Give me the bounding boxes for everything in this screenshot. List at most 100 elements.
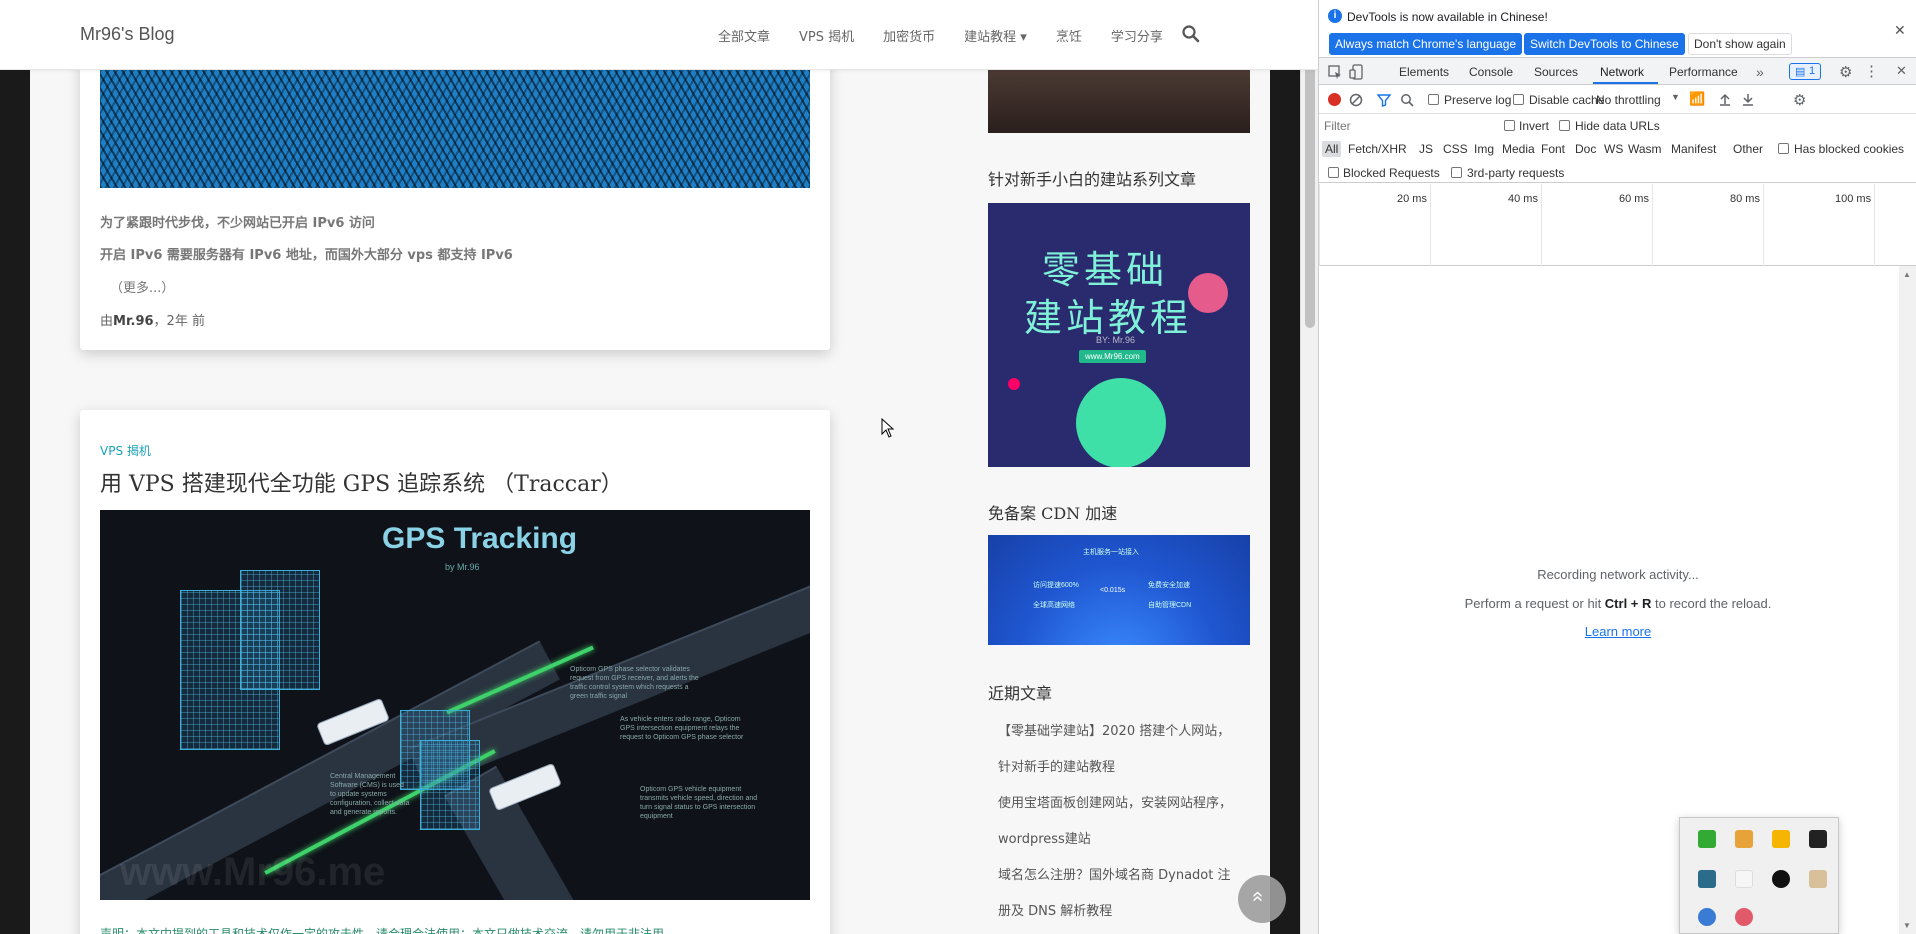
post-category[interactable]: VPS 揭机 [100,442,151,459]
export-har-icon[interactable] [1742,92,1754,106]
record-icon[interactable] [1328,93,1341,106]
blocked-requests-checkbox[interactable] [1328,167,1339,178]
import-har-icon[interactable] [1719,92,1731,106]
type-filter-all[interactable]: All [1322,141,1342,157]
issues-counter[interactable]: ▤ 1 [1789,63,1821,80]
invert-checkbox[interactable] [1504,120,1515,131]
post-author[interactable]: Mr.96 [113,314,154,329]
banner-url: www.Mr96.com [1079,350,1146,363]
recent-post-link[interactable]: 域名怎么注册？国外域名商 Dynadot 注 [998,858,1250,894]
tray-app-icon[interactable] [1698,908,1716,926]
recent-post-link[interactable]: 【零基础学建站】2020 搭建个人网站， [998,714,1250,750]
type-filter-wasm[interactable]: Wasm [1625,141,1665,157]
post-title[interactable]: 用 VPS 搭建现代全功能 GPS 追踪系统 （Traccar） [100,466,623,498]
menu-item-crypto[interactable]: 加密货币 [883,26,935,45]
site-brand[interactable]: Mr96's Blog [80,24,174,45]
tab-elements[interactable]: Elements [1399,65,1449,79]
tray-app-icon[interactable] [1809,830,1827,848]
recent-post-link[interactable]: 针对新手的建站教程 [998,750,1250,786]
devtools-scrollbar[interactable]: ▲ ▼ [1899,266,1916,934]
preserve-log-checkbox[interactable] [1428,94,1439,105]
switch-language-button[interactable]: Switch DevTools to Chinese [1524,33,1685,55]
preserve-log-label: Preserve log [1444,93,1512,107]
dont-show-again-button[interactable]: Don't show again [1688,33,1792,55]
post-meta: 由Mr.96，2年 前 [100,310,205,329]
type-filter-media[interactable]: Media [1499,141,1538,157]
issues-icon: ▤ [1795,66,1806,78]
close-devtools-icon[interactable]: ✕ [1896,63,1907,79]
cdn-text: 自助管理CDN [1148,602,1192,609]
recent-post-link[interactable]: 册及 DNS 解析教程 [998,894,1250,930]
hint-text: to record the reload. [1651,596,1772,611]
search-icon[interactable] [1182,25,1200,43]
tab-sources[interactable]: Sources [1534,65,1578,79]
more-options-icon[interactable]: ⋮ [1864,62,1879,80]
scroll-up-icon[interactable]: ▲ [1903,270,1911,279]
tray-app-icon[interactable] [1698,830,1716,848]
banner-beginner-tutorial[interactable]: 零基础 建站教程 BY: Mr.96 www.Mr96.com [988,203,1250,467]
match-language-button[interactable]: Always match Chrome's language [1329,33,1523,55]
recent-post-link[interactable]: wordpress建站 [998,822,1250,858]
network-conditions-icon[interactable]: 📶 [1689,91,1705,107]
read-more-link[interactable]: （更多...） [110,277,174,296]
banner-line: 零基础 [1042,248,1169,292]
throttling-select[interactable]: No throttling [1596,93,1661,107]
recent-post-link[interactable]: 使用宝塔面板创建网站，安装网站程序， [998,786,1250,822]
menu-item-cooking[interactable]: 烹饪 [1056,26,1082,45]
hide-data-urls-checkbox[interactable] [1559,120,1570,131]
menu-item-learning[interactable]: 学习分享 [1111,26,1163,45]
sidebar-heading-series: 针对新手小白的建站系列文章 [988,170,1197,189]
clear-icon[interactable] [1349,93,1363,107]
third-party-label: 3rd-party requests [1467,166,1565,180]
scroll-down-icon[interactable]: ▼ [1903,921,1911,930]
page-scrollbar[interactable] [1300,0,1318,934]
type-filter-js[interactable]: JS [1416,141,1436,157]
network-overview-timeline[interactable]: 20 ms 40 ms 60 ms 80 ms 100 ms [1319,184,1916,266]
sidebar-image[interactable] [988,70,1250,133]
close-icon[interactable]: ✕ [1894,22,1906,39]
device-toolbar-icon[interactable] [1349,64,1363,80]
tab-network[interactable]: Network [1600,65,1644,79]
tray-app-icon[interactable] [1735,908,1753,926]
menu-item-vps[interactable]: VPS 揭机 [799,26,854,45]
third-party-checkbox[interactable] [1451,167,1462,178]
recent-posts-list: 【零基础学建站】2020 搭建个人网站， 针对新手的建站教程 使用宝塔面板创建网… [998,714,1250,930]
search-icon[interactable] [1400,93,1414,107]
cms-note: Central Management Software (CMS) is use… [330,773,410,816]
type-filter-css[interactable]: CSS [1440,141,1471,157]
more-tabs-icon[interactable]: » [1756,64,1764,80]
tab-console[interactable]: Console [1469,65,1513,79]
settings-gear-icon[interactable]: ⚙ [1839,63,1852,81]
inspect-element-icon[interactable] [1328,65,1342,79]
tray-app-icon[interactable] [1735,870,1753,888]
menu-item-site-building[interactable]: 建站教程 ▾ [964,26,1027,45]
tray-app-icon[interactable] [1772,830,1790,848]
menu-item-all-posts[interactable]: 全部文章 [718,26,770,45]
tray-app-icon[interactable] [1735,830,1753,848]
type-filter-other[interactable]: Other [1730,141,1766,157]
has-blocked-cookies-checkbox[interactable] [1778,143,1789,154]
banner-cdn[interactable]: 主机服务一站接入 访问提速600% 全球高速网络 免费安全加速 自助管理CDN … [988,535,1250,645]
filter-icon[interactable] [1377,93,1391,107]
filter-input[interactable] [1322,117,1482,135]
timeline-label: 20 ms [1397,193,1427,205]
tray-app-icon[interactable] [1809,870,1827,888]
type-filter-fetch[interactable]: Fetch/XHR [1345,141,1410,157]
back-to-top-button[interactable]: » [1238,875,1286,923]
tray-app-icon[interactable] [1772,870,1790,888]
network-settings-icon[interactable]: ⚙ [1793,91,1806,109]
post-cover-image[interactable]: GPS Tracking by Mr.96 Opticom GPS phase … [100,510,810,900]
planet-decoration [1188,273,1228,313]
tab-performance[interactable]: Performance [1669,65,1738,79]
type-filter-img[interactable]: Img [1471,141,1497,157]
type-filter-ws[interactable]: WS [1601,141,1626,157]
type-filter-font[interactable]: Font [1538,141,1568,157]
chevron-down-icon[interactable]: ▼ [1671,92,1680,102]
type-filter-manifest[interactable]: Manifest [1668,141,1719,157]
tray-app-icon[interactable] [1698,870,1716,888]
learn-more-link[interactable]: Learn more [1319,624,1916,639]
post-excerpt-line: 开启 IPv6 需要服务器有 IPv6 地址，而国外大部分 vps 都支持 IP… [100,248,513,263]
disable-cache-checkbox[interactable] [1513,94,1524,105]
type-filter-doc[interactable]: Doc [1572,141,1599,157]
blog-page: 为了紧跟时代步伐，不少网站已开启 IPv6 访问 开启 IPv6 需要服务器有 … [30,0,1270,934]
